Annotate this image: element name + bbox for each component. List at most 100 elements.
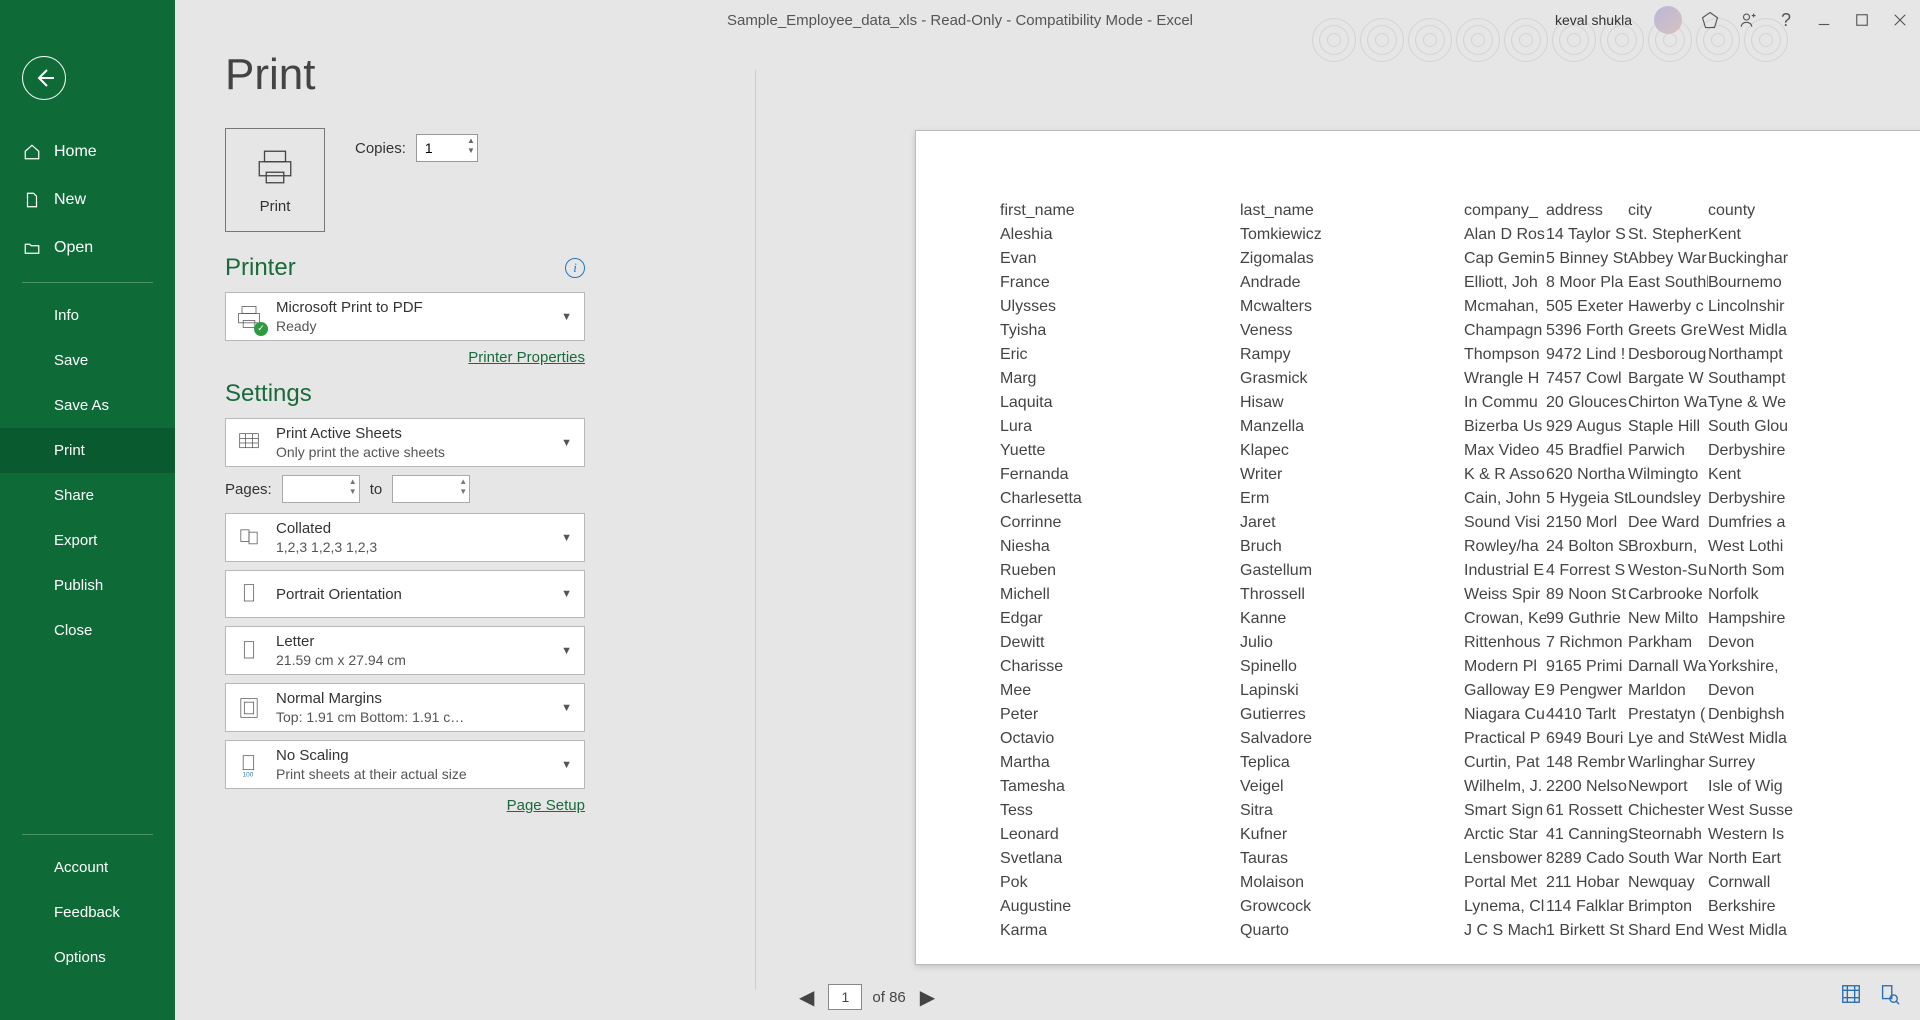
cell: 620 Northa bbox=[1546, 463, 1628, 487]
printer-info-icon[interactable]: i bbox=[565, 258, 585, 278]
zoom-to-page-button[interactable] bbox=[1878, 983, 1900, 1010]
sidebar-separator bbox=[22, 834, 153, 835]
cell: 211 Hobar bbox=[1546, 871, 1628, 895]
printer-properties-link[interactable]: Printer Properties bbox=[468, 349, 585, 366]
cell: Dumfries a bbox=[1708, 511, 1802, 535]
scaling-selector[interactable]: 100 No ScalingPrint sheets at their actu… bbox=[225, 740, 585, 789]
cell: Niesha bbox=[1000, 535, 1240, 559]
cell: Wilhelm, J. bbox=[1464, 775, 1546, 799]
sidebar-item-save[interactable]: Save bbox=[0, 338, 175, 383]
cell: Growcock bbox=[1240, 895, 1464, 919]
main-panel: Print Print Copies: 1 ▲▼ Printer i ✓ bbox=[175, 0, 1920, 1020]
cell: Yuette bbox=[1000, 439, 1240, 463]
cell: Dewitt bbox=[1000, 631, 1240, 655]
sidebar-item-close[interactable]: Close bbox=[0, 608, 175, 653]
cell: Rittenhous bbox=[1464, 631, 1546, 655]
next-page-button[interactable]: ▶ bbox=[916, 985, 939, 1010]
sidebar-item-info[interactable]: Info bbox=[0, 293, 175, 338]
cell: 89 Noon St bbox=[1546, 583, 1628, 607]
cell: first_name bbox=[1000, 199, 1240, 223]
collated-icon bbox=[234, 523, 264, 553]
cell: Galloway E bbox=[1464, 679, 1546, 703]
settings-column: Print Copies: 1 ▲▼ Printer i ✓ Microsoft… bbox=[225, 128, 585, 828]
cell: Augustine bbox=[1000, 895, 1240, 919]
cell: Kufner bbox=[1240, 823, 1464, 847]
cell: Bargate W bbox=[1628, 367, 1708, 391]
cell: Niagara Cu bbox=[1464, 703, 1546, 727]
table-row: LaquitaHisawIn Commu20 GloucesChirton Wa… bbox=[1000, 391, 1860, 415]
back-button[interactable] bbox=[22, 56, 66, 100]
sidebar-item-publish[interactable]: Publish bbox=[0, 563, 175, 608]
cell: West Susse bbox=[1708, 799, 1802, 823]
cell: Shard End bbox=[1628, 919, 1708, 943]
pages-to-input[interactable]: ▲▼ bbox=[392, 475, 470, 503]
paper-size-selector[interactable]: Letter21.59 cm x 27.94 cm ▼ bbox=[225, 626, 585, 675]
cell: 4 Forrest S bbox=[1546, 559, 1628, 583]
table-row: AleshiaTomkiewiczAlan D Ros14 Taylor SSt… bbox=[1000, 223, 1860, 247]
chevron-down-icon: ▼ bbox=[557, 645, 576, 657]
spinner-down-icon[interactable]: ▼ bbox=[467, 146, 475, 156]
cell: 7 Richmon bbox=[1546, 631, 1628, 655]
cell: Grasmick bbox=[1240, 367, 1464, 391]
sidebar-item-saveas[interactable]: Save As bbox=[0, 383, 175, 428]
cell: Arctic Star bbox=[1464, 823, 1546, 847]
prev-page-button[interactable]: ◀ bbox=[795, 985, 818, 1010]
sidebar-item-feedback[interactable]: Feedback bbox=[0, 890, 175, 935]
print-button[interactable]: Print bbox=[225, 128, 325, 232]
margins-selector[interactable]: Normal MarginsTop: 1.91 cm Bottom: 1.91 … bbox=[225, 683, 585, 732]
sidebar-item-share[interactable]: Share bbox=[0, 473, 175, 518]
cell: New Milto bbox=[1628, 607, 1708, 631]
cell: 14 Taylor S bbox=[1546, 223, 1628, 247]
cell: 505 Exeter bbox=[1546, 295, 1628, 319]
page-setup-link[interactable]: Page Setup bbox=[507, 797, 585, 814]
cell: J C S Mach bbox=[1464, 919, 1546, 943]
cell: K & R Asso bbox=[1464, 463, 1546, 487]
cell: 1 Birkett St bbox=[1546, 919, 1628, 943]
copies-input[interactable]: 1 ▲▼ bbox=[416, 134, 478, 162]
spinner-up-icon[interactable]: ▲ bbox=[467, 136, 475, 146]
home-icon bbox=[22, 142, 42, 162]
cell: Kanne bbox=[1240, 607, 1464, 631]
chevron-down-icon: ▼ bbox=[557, 311, 576, 323]
sidebar-item-export[interactable]: Export bbox=[0, 518, 175, 563]
sidebar-item-options[interactable]: Options bbox=[0, 935, 175, 980]
cell: Sound Visi bbox=[1464, 511, 1546, 535]
cell: 9 Pengwer bbox=[1546, 679, 1628, 703]
show-margins-button[interactable] bbox=[1840, 983, 1862, 1010]
cell: Leonard bbox=[1000, 823, 1240, 847]
cell: Brimpton bbox=[1628, 895, 1708, 919]
cell: Tyne & We bbox=[1708, 391, 1802, 415]
table-row: AugustineGrowcockLynema, Cl114 FalklarBr… bbox=[1000, 895, 1860, 919]
cell: Newquay bbox=[1628, 871, 1708, 895]
table-row: TyishaVenessChampagn5396 ForthGreets Gre… bbox=[1000, 319, 1860, 343]
page-count-label: of 86 bbox=[872, 989, 905, 1006]
cell: Hisaw bbox=[1240, 391, 1464, 415]
sidebar-item-open[interactable]: Open bbox=[0, 224, 175, 272]
cell: South Glou bbox=[1708, 415, 1802, 439]
table-row: MarthaTeplicaCurtin, Pat148 RembrWarling… bbox=[1000, 751, 1860, 775]
sidebar-item-home[interactable]: Home bbox=[0, 128, 175, 176]
cell: 61 Rossett bbox=[1546, 799, 1628, 823]
sidebar-item-new[interactable]: New bbox=[0, 176, 175, 224]
cell: Corrinne bbox=[1000, 511, 1240, 535]
sidebar-separator bbox=[22, 282, 153, 283]
collation-selector[interactable]: Collated1,2,3 1,2,3 1,2,3 ▼ bbox=[225, 513, 585, 562]
sheets-icon bbox=[234, 428, 264, 458]
cell: Surrey bbox=[1708, 751, 1802, 775]
orientation-selector[interactable]: Portrait Orientation ▼ bbox=[225, 570, 585, 618]
cell: Devon bbox=[1708, 631, 1802, 655]
printer-selector[interactable]: ✓ Microsoft Print to PDF Ready ▼ bbox=[225, 292, 585, 341]
table-row: CharlesettaErmCain, John5 Hygeia StLound… bbox=[1000, 487, 1860, 511]
table-row: MeeLapinskiGalloway E9 PengwerMarldonDev… bbox=[1000, 679, 1860, 703]
cell: Thompson bbox=[1464, 343, 1546, 367]
table-row: TessSitraSmart Sign61 RossettChichesterW… bbox=[1000, 799, 1860, 823]
current-page-input[interactable]: 1 bbox=[828, 984, 862, 1010]
sidebar-item-print[interactable]: Print bbox=[0, 428, 175, 473]
cell: Charisse bbox=[1000, 655, 1240, 679]
pages-from-input[interactable]: ▲▼ bbox=[282, 475, 360, 503]
sidebar-item-account[interactable]: Account bbox=[0, 845, 175, 890]
print-what-selector[interactable]: Print Active SheetsOnly print the active… bbox=[225, 418, 585, 467]
cell: Warlinghar bbox=[1628, 751, 1708, 775]
cell: 5396 Forth bbox=[1546, 319, 1628, 343]
cell: Elliott, Joh bbox=[1464, 271, 1546, 295]
